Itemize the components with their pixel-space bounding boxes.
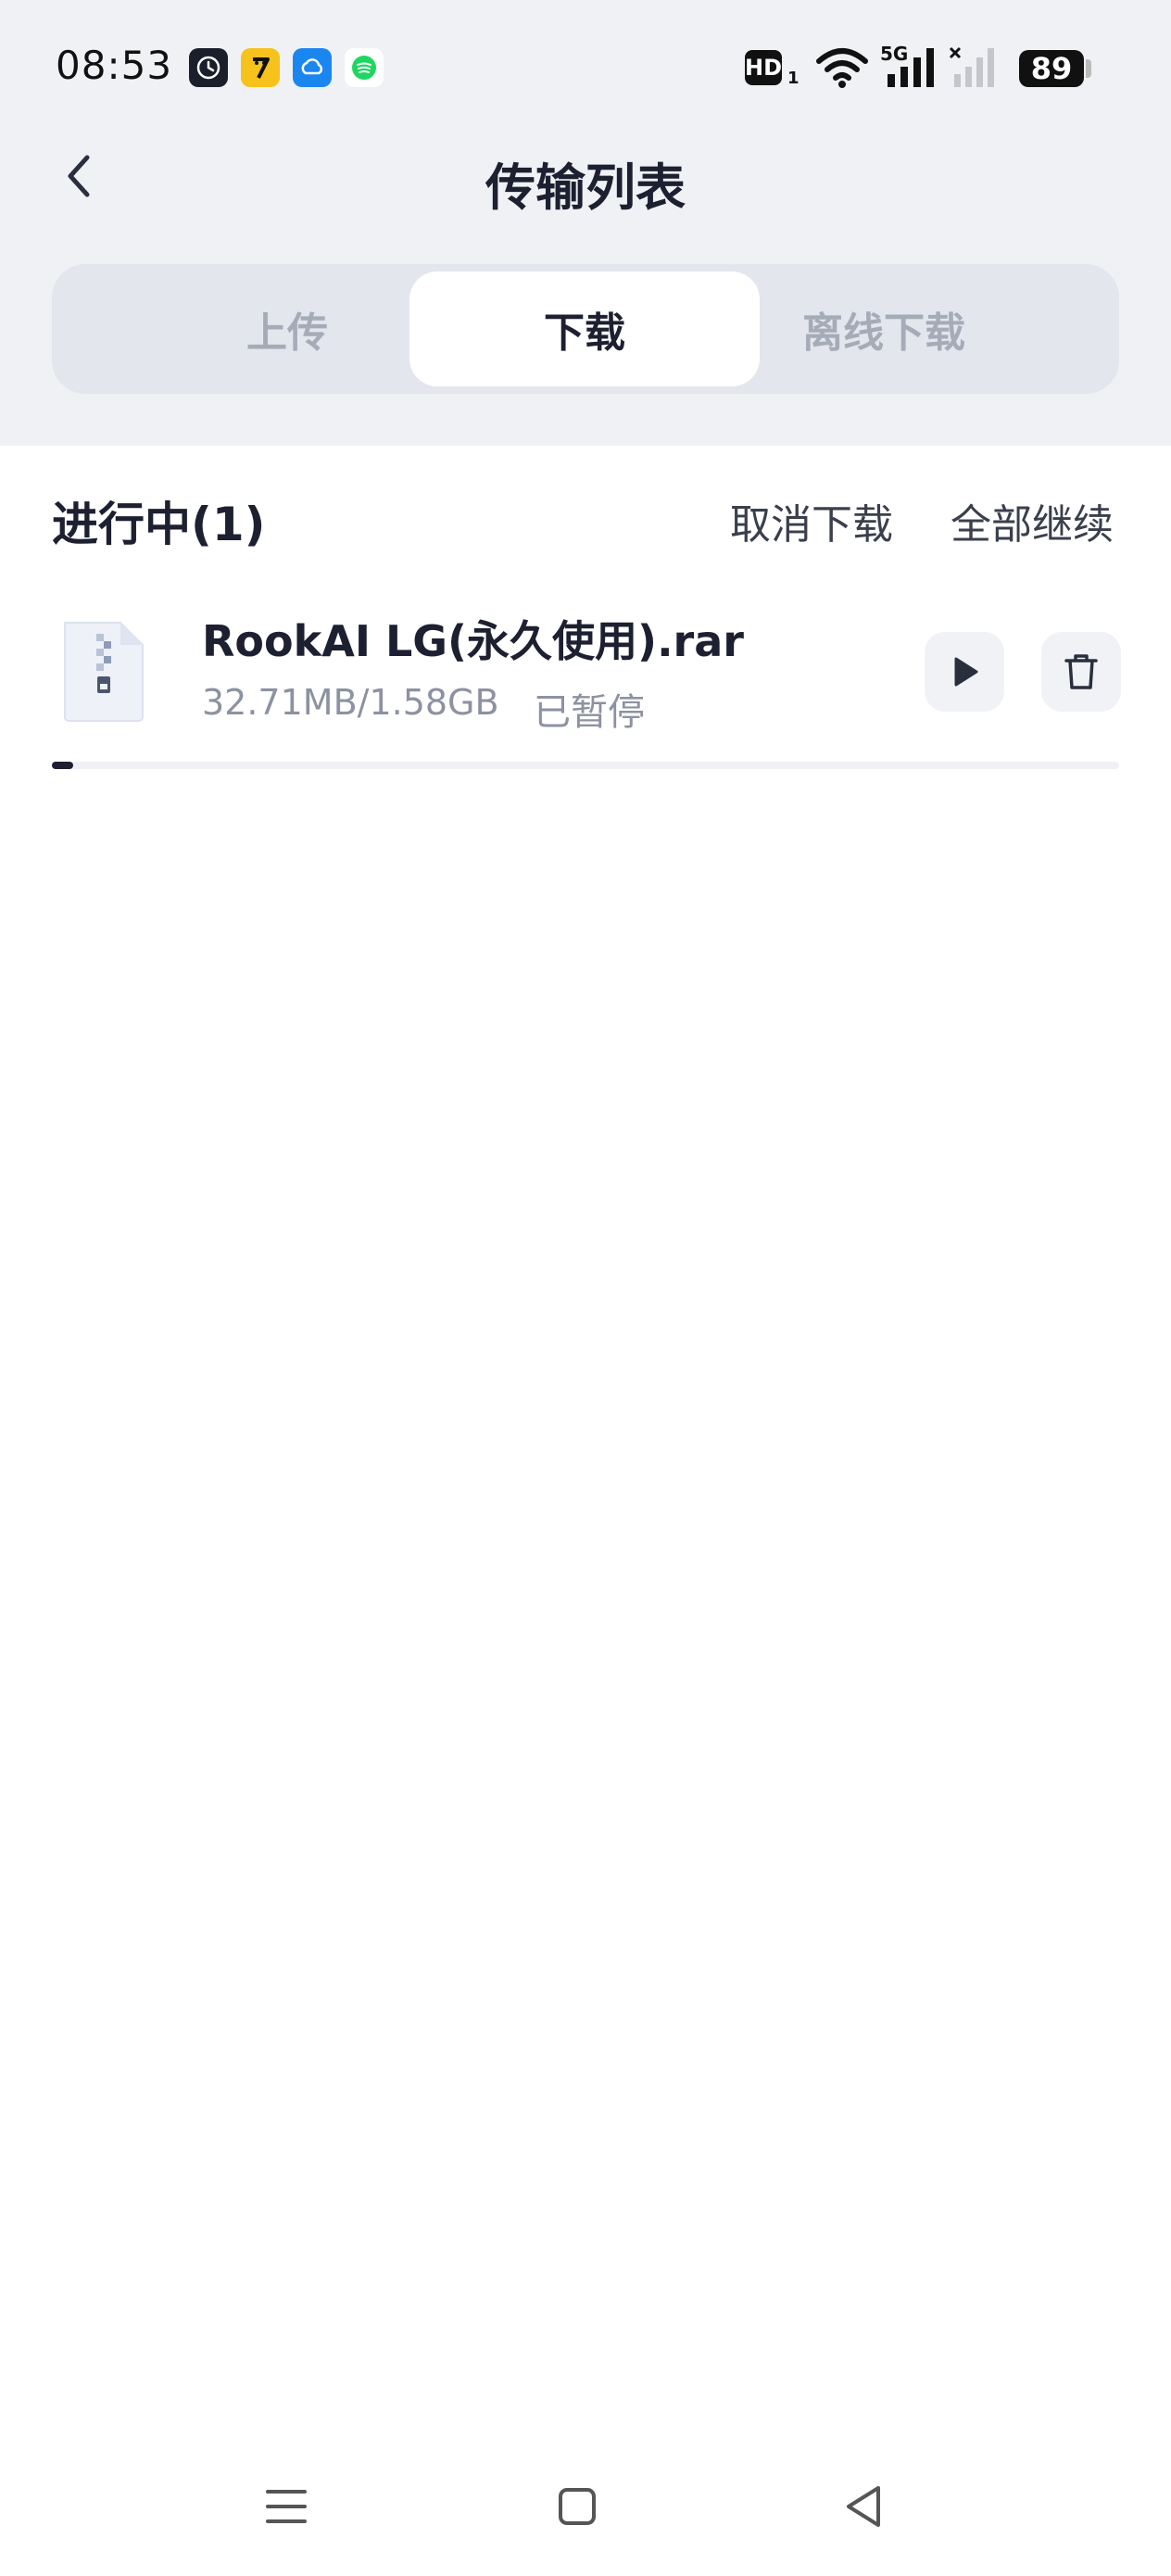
delete-button[interactable]	[1041, 632, 1121, 712]
file-name: RookAI LG(永久使用).rar	[202, 616, 744, 666]
battery-level: 89	[1030, 51, 1073, 86]
hd-sub-label: 1	[787, 69, 800, 88]
nav-menu-button[interactable]	[254, 2474, 319, 2539]
cloud-app-icon	[293, 48, 332, 87]
archive-file-icon	[59, 617, 146, 725]
download-progress-fill	[52, 762, 73, 769]
status-bar: 08:53 HD 1 5G 89	[0, 0, 1171, 139]
resume-button[interactable]	[925, 632, 1004, 712]
qimao-app-icon	[241, 48, 280, 87]
nav-home-button[interactable]	[545, 2474, 610, 2539]
tab-offline-download[interactable]: 离线下载	[709, 271, 1059, 386]
spotify-app-icon	[345, 48, 384, 87]
file-size: 32.71MB/1.58GB	[202, 682, 499, 723]
play-icon	[954, 657, 978, 687]
download-status: 已暂停	[534, 691, 645, 734]
back-triangle-icon	[847, 2486, 880, 2527]
wifi-icon	[815, 46, 869, 93]
signal-secondary-icon	[949, 46, 1001, 93]
battery-tip	[1086, 59, 1091, 78]
status-time: 08:53	[56, 43, 173, 88]
nav-back-button[interactable]	[832, 2474, 897, 2539]
transfer-tabs: 上传 下载 离线下载	[52, 264, 1119, 394]
page-title: 传输列表	[485, 158, 686, 217]
cancel-download-button[interactable]: 取消下载	[730, 491, 893, 550]
menu-icon	[266, 2490, 307, 2523]
home-square-icon	[559, 2488, 596, 2525]
download-progress-bar	[52, 762, 1119, 769]
battery-icon: 89	[1019, 50, 1084, 87]
resume-all-button[interactable]: 全部继续	[951, 491, 1114, 550]
clock-app-icon	[189, 48, 228, 87]
signal-strength-icon	[886, 46, 938, 93]
hd-voice-icon: HD	[745, 50, 782, 85]
trash-icon	[1064, 654, 1098, 689]
tab-download[interactable]: 下载	[409, 271, 760, 386]
section-title: 进行中(1)	[52, 498, 266, 551]
hd-label: HD	[745, 55, 783, 81]
